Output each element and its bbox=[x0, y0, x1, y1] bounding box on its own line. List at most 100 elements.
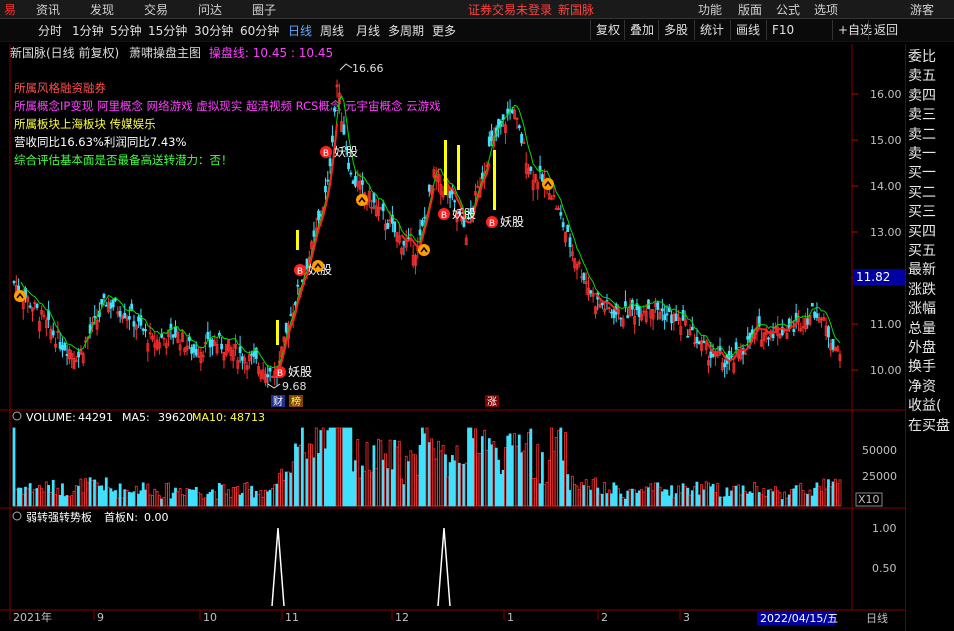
signal-bar-2 bbox=[444, 140, 447, 195]
b-marker-label-3: B bbox=[441, 211, 447, 221]
volume-bar bbox=[273, 484, 277, 507]
sidebar-item-9[interactable]: 买四 bbox=[908, 221, 954, 241]
price-axis-label: 16.00 bbox=[870, 88, 902, 101]
price-axis-label: 10.00 bbox=[870, 364, 902, 377]
guest-user[interactable]: 游客 bbox=[910, 1, 934, 18]
sidebar-item-8[interactable]: 买三 bbox=[908, 201, 954, 221]
sidebar-item-4[interactable]: 卖二 bbox=[908, 124, 954, 144]
volume-bar bbox=[785, 497, 789, 507]
volume-bar bbox=[679, 492, 683, 507]
volume-bar bbox=[540, 452, 544, 507]
volume-bar bbox=[42, 491, 46, 507]
sidebar-item-15[interactable]: 外盘 bbox=[908, 337, 954, 357]
volume-bar bbox=[379, 440, 383, 507]
indicator-spike-1 bbox=[271, 527, 285, 607]
sidebar-item-14[interactable]: 总量 bbox=[908, 318, 954, 338]
sidebar-item-12[interactable]: 涨跌 bbox=[908, 279, 954, 299]
candle-body bbox=[423, 216, 427, 219]
volume-bar bbox=[231, 487, 235, 507]
volume-bar bbox=[127, 491, 131, 507]
volume-bar bbox=[134, 485, 138, 507]
sidebar-item-11[interactable]: 最新 bbox=[908, 259, 954, 279]
volume-bar bbox=[647, 487, 650, 507]
sidebar-item-0[interactable]: 委比 bbox=[908, 46, 954, 66]
volume-bar bbox=[441, 445, 445, 507]
volume-bar bbox=[600, 493, 604, 507]
indicator-param-label: 首板N: bbox=[104, 510, 138, 524]
volume-bar bbox=[723, 496, 727, 507]
volume-bar bbox=[104, 477, 108, 507]
candle-body bbox=[328, 158, 332, 167]
price-axis-label: 14.00 bbox=[870, 180, 902, 193]
candle-body bbox=[624, 301, 627, 307]
sidebar-item-16[interactable]: 换手 bbox=[908, 356, 954, 376]
volume-bar bbox=[520, 452, 523, 507]
sidebar-item-7[interactable]: 买二 bbox=[908, 182, 954, 202]
volume-bar bbox=[794, 485, 798, 507]
candle-body bbox=[386, 222, 390, 230]
volume-bar bbox=[407, 461, 410, 507]
sidebar-item-2[interactable]: 卖四 bbox=[908, 85, 954, 105]
volume-bar bbox=[130, 492, 134, 507]
volume-bar bbox=[326, 430, 330, 507]
volume-bar bbox=[284, 471, 288, 507]
sidebar-item-18[interactable]: 收益( bbox=[908, 395, 954, 415]
volume-bar bbox=[771, 491, 775, 507]
volume-bar bbox=[33, 488, 37, 507]
volume-bar bbox=[827, 479, 830, 507]
yao-label-2: 妖股 bbox=[334, 145, 358, 159]
sidebar-item-17[interactable]: 净资 bbox=[908, 376, 954, 396]
volume-bar bbox=[780, 499, 784, 507]
b-marker-label-4: B bbox=[489, 219, 495, 229]
volume-bar bbox=[836, 483, 840, 507]
candle-body bbox=[220, 343, 224, 350]
indicator-panel-icon bbox=[12, 511, 22, 521]
volume-bar bbox=[720, 496, 724, 507]
candle-body bbox=[266, 374, 270, 378]
volume-bar bbox=[109, 488, 113, 507]
volume-bar bbox=[169, 498, 173, 507]
volume-bar bbox=[607, 489, 611, 507]
volume-bar bbox=[26, 488, 30, 507]
candle-body bbox=[111, 299, 115, 308]
candle-body bbox=[171, 334, 175, 338]
sidebar-item-19[interactable]: 在买盘 bbox=[908, 415, 954, 435]
volume-bar bbox=[402, 484, 406, 507]
candle-body bbox=[702, 340, 706, 344]
candle-body bbox=[520, 133, 523, 144]
volume-bar bbox=[360, 465, 364, 507]
candle-body bbox=[192, 344, 196, 353]
volume-axis-25000: 25000 bbox=[862, 470, 897, 483]
sidebar-item-5[interactable]: 卖一 bbox=[908, 143, 954, 163]
volume-bar bbox=[773, 486, 777, 507]
sidebar-item-13[interactable]: 涨幅 bbox=[908, 298, 954, 318]
candle-body bbox=[51, 330, 55, 336]
volume-bar bbox=[164, 483, 168, 507]
volume-bar bbox=[803, 493, 807, 507]
volume-bar bbox=[483, 429, 487, 507]
sidebar-item-6[interactable]: 买一 bbox=[908, 162, 954, 182]
volume-bar bbox=[829, 486, 833, 507]
candle-body bbox=[813, 311, 817, 318]
sidebar-item-1[interactable]: 卖五 bbox=[908, 65, 954, 85]
volume-bar bbox=[522, 450, 526, 507]
volume-bar bbox=[56, 487, 60, 507]
volume-bar bbox=[702, 489, 706, 507]
volume-bar bbox=[370, 472, 374, 507]
volume-bar bbox=[86, 482, 90, 507]
sidebar-item-10[interactable]: 买五 bbox=[908, 240, 954, 260]
indicator-label: 弱转强转势板 bbox=[26, 510, 92, 524]
volume-bar bbox=[167, 482, 170, 507]
volume-bar bbox=[776, 490, 780, 507]
volume-bar bbox=[365, 442, 369, 507]
volume-bar bbox=[596, 487, 600, 507]
sidebar-item-3[interactable]: 卖三 bbox=[908, 104, 954, 124]
volume-bar bbox=[748, 491, 752, 507]
volume-bar bbox=[19, 487, 23, 507]
candle-body bbox=[612, 309, 616, 319]
candle-body bbox=[626, 315, 630, 319]
volume-bar bbox=[677, 485, 680, 507]
kline-chart[interactable]: 16.0015.0014.0013.0012.0011.0010.0011.82… bbox=[0, 0, 905, 631]
candle-body bbox=[792, 329, 796, 332]
candle-body bbox=[137, 316, 140, 322]
